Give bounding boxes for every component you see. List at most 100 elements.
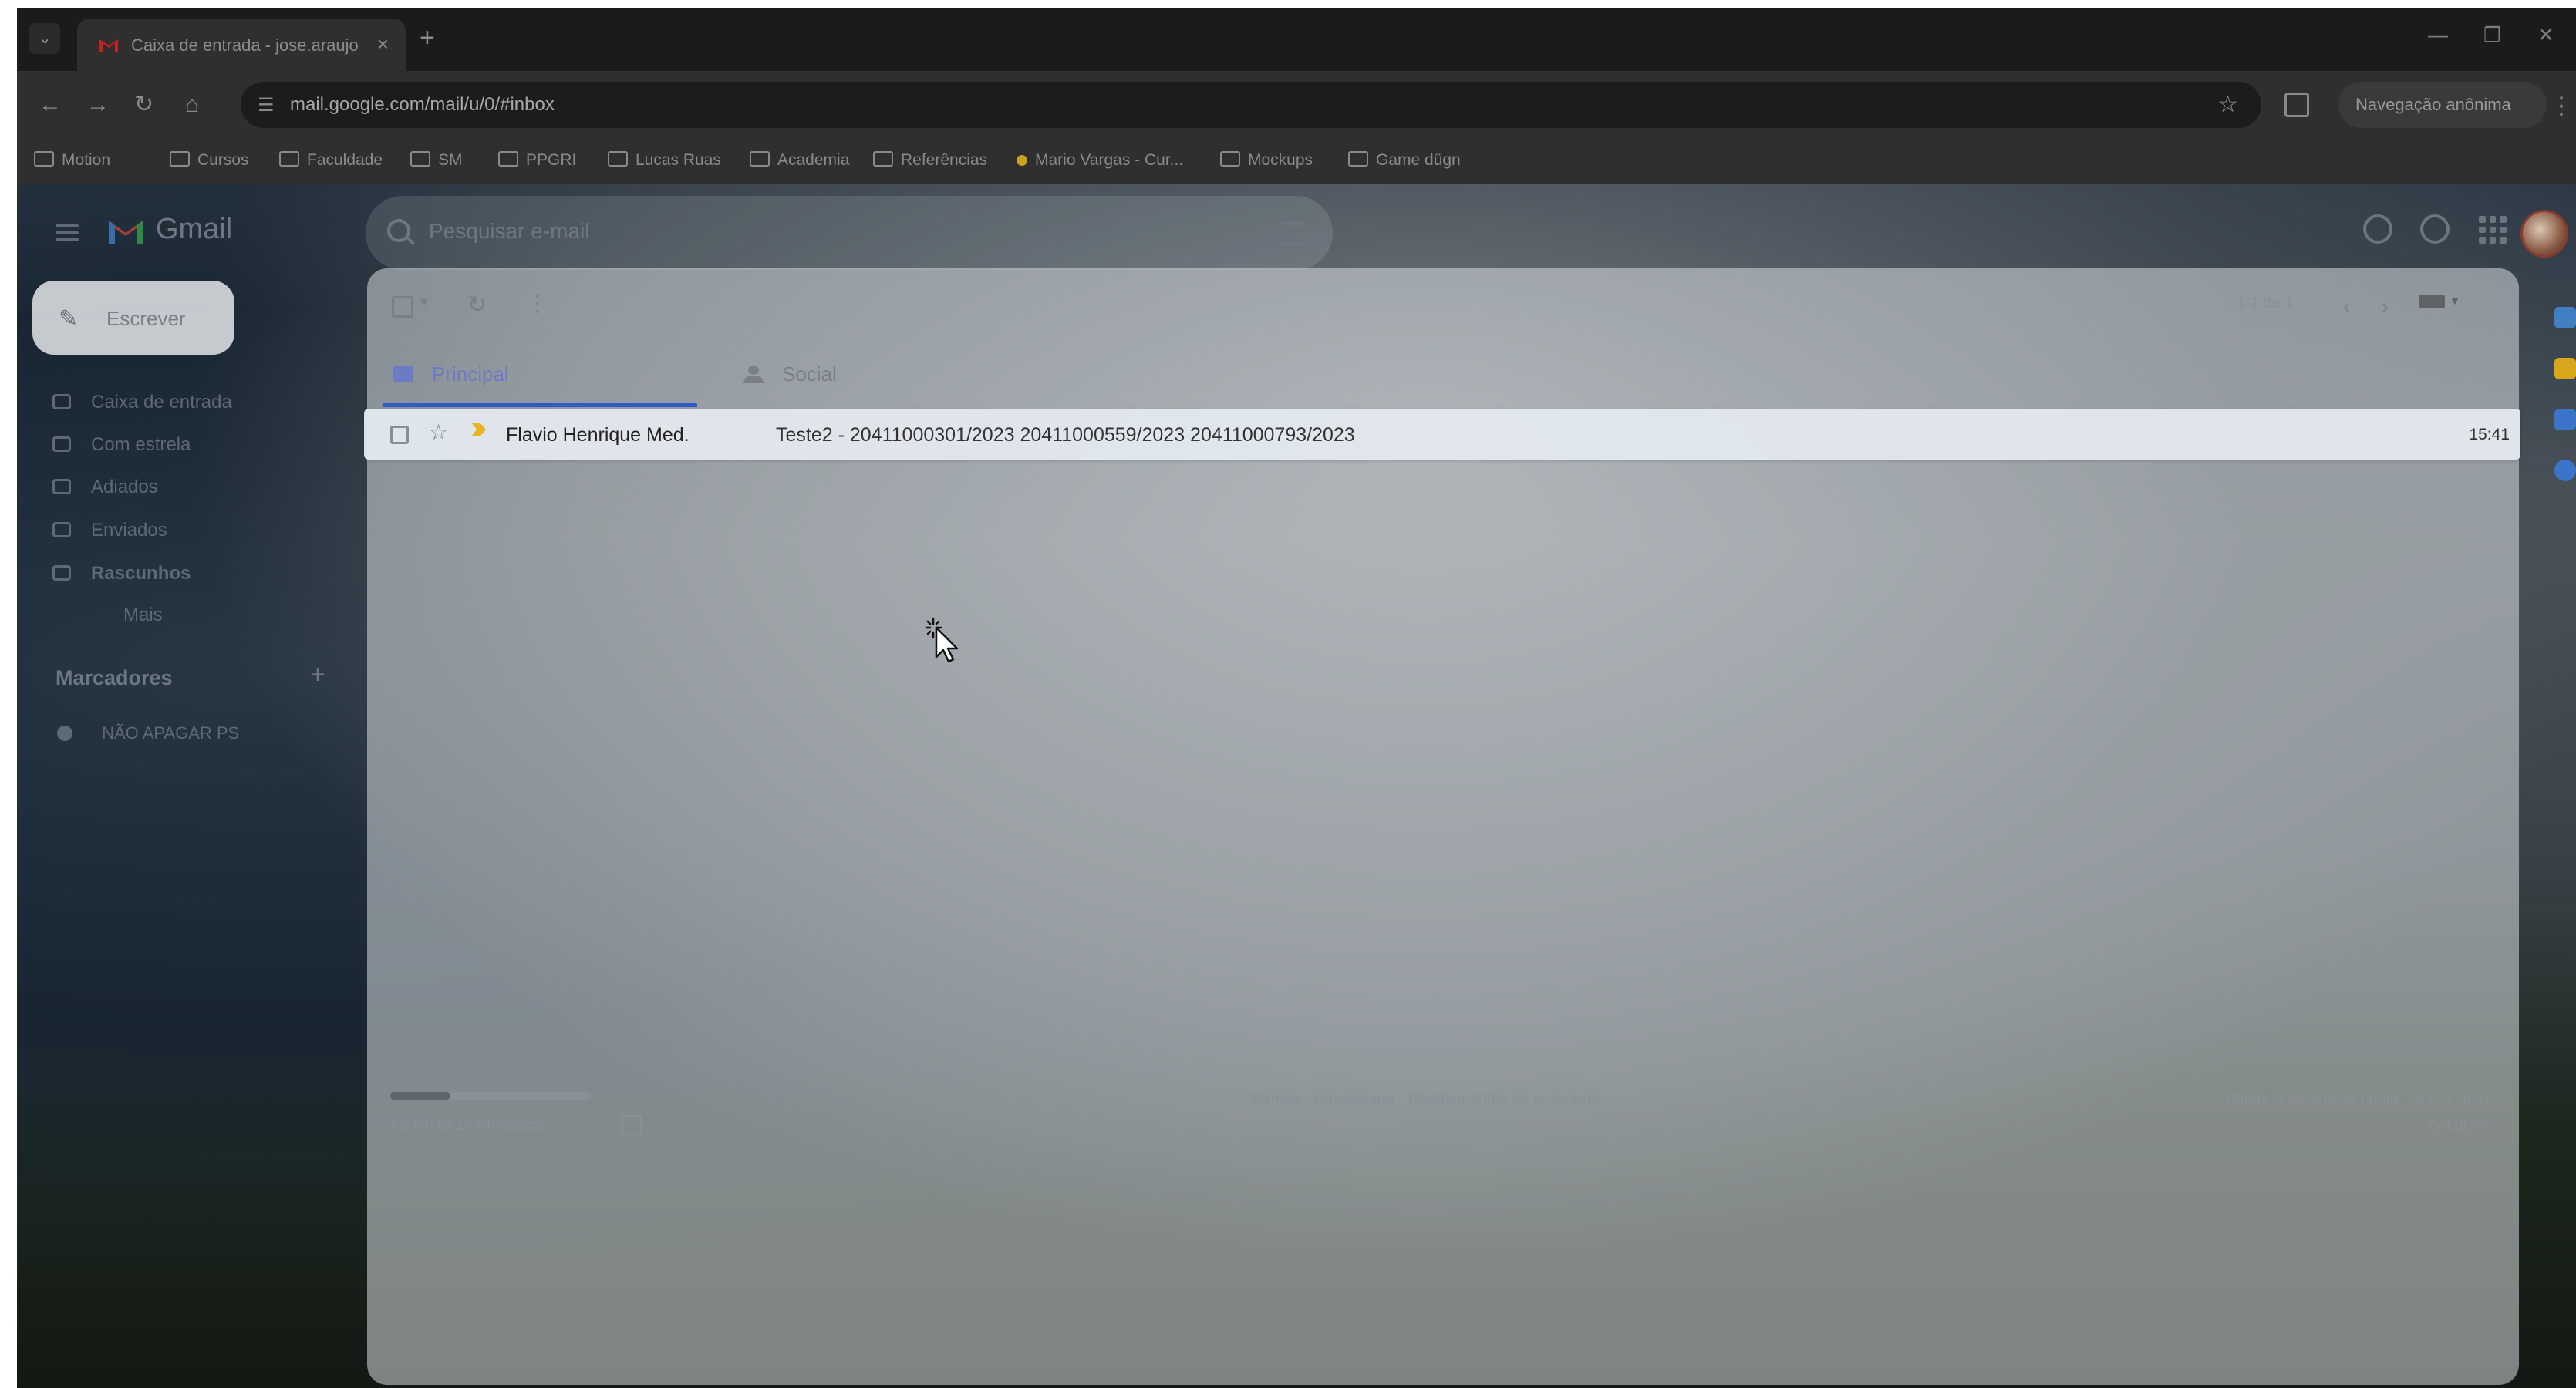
settings-icon[interactable] [2420,214,2450,244]
account-avatar[interactable] [2520,210,2568,258]
email-sender: Flavio Henrique Med. [506,424,690,446]
star-icon[interactable]: ☆ [429,419,448,445]
google-apps-icon[interactable] [2479,216,2507,244]
bookmark-item[interactable]: Game dügn [1348,151,1461,170]
manage-storage-icon[interactable] [622,1115,642,1135]
search-input[interactable]: Pesquisar e-mail [429,219,590,244]
help-icon[interactable] [2363,214,2392,244]
bookmark-label: Mockups [1248,151,1313,169]
inbox-tab-icon [393,366,413,382]
main-menu-icon[interactable] [56,221,79,245]
tab-search-icon[interactable]: ⌄ [29,23,60,54]
important-marker-icon[interactable] [470,421,487,438]
folder-icon [1220,151,1240,167]
add-label-button[interactable]: + [310,660,325,690]
email-row[interactable]: ☆ Flavio Henrique Med. Teste2 - 20411000… [364,409,2520,460]
tab-close-icon[interactable]: × [377,32,389,56]
search-options-icon[interactable] [1283,222,1305,245]
mouse-cursor-icon [926,617,959,663]
new-tab-button[interactable]: + [420,25,435,51]
url-text[interactable]: mail.google.com/mail/u/0/#inbox [290,94,555,116]
pagination-text: 1-1 de 1 [2237,295,2294,312]
people-icon [743,366,765,383]
incognito-label: Navegação anônima [2355,95,2511,114]
keyboard-icon[interactable] [2419,295,2445,308]
sidebar-item[interactable]: Caixa de entrada [52,392,232,413]
tab-title: Caixa de entrada - jose.araujo [131,35,359,55]
sidebar-item[interactable]: Mais [123,605,163,626]
input-tools-chevron-icon[interactable]: ▼ [2450,295,2460,307]
calendar-icon[interactable] [2554,307,2576,328]
bookmark-star-icon[interactable]: ☆ [2217,91,2238,118]
bookmark-item[interactable]: Lucas Ruas [608,151,721,170]
bookmark-item[interactable]: PPGRI [498,151,576,170]
sidebar-item-label: Enviados [91,520,167,541]
contacts-icon[interactable] [2554,460,2576,481]
more-actions-icon[interactable]: ⋮ [526,290,549,317]
labels-heading: Marcadores [56,666,173,689]
home-icon[interactable]: ⌂ [185,91,199,119]
last-activity-text: Última atividade da conta: há 0 minuto [2225,1090,2488,1107]
back-icon[interactable]: ← [39,91,62,119]
sidebar-item[interactable]: Enviados [52,520,167,541]
bookmark-label: Cursos [197,151,249,169]
bookmark-item[interactable]: Mockups [1220,151,1313,170]
browser-tab[interactable]: Caixa de entrada - jose.araujo × [77,19,406,71]
maximize-icon[interactable]: ❐ [2483,23,2501,47]
tab-social[interactable]: Social [727,345,958,407]
side-panel-icon[interactable] [2284,93,2309,117]
storage-bar [390,1092,591,1100]
refresh-icon[interactable]: ↻ [467,291,487,318]
gmail-favicon-icon [99,39,118,52]
sidebar-item[interactable]: Adiados [52,477,158,498]
bookmark-item[interactable]: Motion [34,151,110,170]
email-checkbox[interactable] [390,426,409,444]
policy-links[interactable]: Termos · Privacidade · Regulamentos do p… [1249,1090,1600,1108]
folder-icon [873,151,893,167]
search-bar[interactable]: Pesquisar e-mail [366,196,1333,270]
bookmark-item[interactable]: SM [410,151,463,170]
reload-icon[interactable]: ↻ [134,91,153,119]
tab-principal-label: Principal [432,362,509,386]
label-name: NÃO APAGAR PS [102,723,240,743]
forward-icon[interactable]: → [86,91,110,119]
inbox-icon [52,394,71,409]
address-bar[interactable]: ☰ mail.google.com/mail/u/0/#inbox ☆ [241,82,2261,128]
email-time: 15:41 [2469,426,2510,443]
bookmark-dot-icon [1017,155,1027,166]
active-tab-indicator [383,403,697,407]
tasks-icon[interactable] [2554,409,2576,430]
bookmark-item[interactable]: Referências [873,151,987,170]
sidebar-item[interactable]: Rascunhos [52,563,191,585]
incognito-badge[interactable]: Navegação anônima [2338,82,2547,128]
window-close-icon[interactable]: ✕ [2537,23,2554,47]
bookmark-item[interactable]: Faculdade [279,151,383,170]
minimize-icon[interactable]: — [2428,23,2448,47]
gmail-wordmark: Gmail [156,213,233,245]
folder-icon [34,151,54,167]
bookmark-item[interactable]: Academia [750,151,849,170]
site-info-icon[interactable]: ☰ [258,94,275,116]
send-icon [52,522,71,537]
folder-icon [279,151,299,167]
label-item[interactable]: NÃO APAGAR PS [57,723,239,743]
sidebar-item[interactable]: Com estrela [52,434,191,456]
gmail-logo-icon[interactable] [106,214,145,245]
browser-menu-icon[interactable]: ⋮ [2550,93,2573,120]
select-all-checkbox[interactable] [392,296,413,318]
browser-toolbar: ← → ↻ ⌂ ☰ mail.google.com/mail/u/0/#inbo… [17,71,2576,140]
bookmark-label: SM [438,151,463,169]
bookmark-item[interactable]: Cursos [170,151,249,170]
keep-icon[interactable] [2554,358,2576,379]
tab-principal[interactable]: Principal [376,345,697,407]
bookmarks-bar: Motion Cursos Faculdade SM PPGRI Lucas Ruas Ac… [17,140,2576,185]
sidebar-item-label: Com estrela [91,434,191,455]
details-link[interactable]: Detalhes [2427,1118,2488,1136]
compose-label: Escrever [106,307,186,330]
next-page-icon[interactable]: › [2382,295,2389,318]
compose-button[interactable]: ✎ Escrever [32,281,234,355]
bookmark-item[interactable]: Mario Vargas - Cur... [1017,151,1183,170]
prev-page-icon[interactable]: ‹ [2343,295,2350,318]
search-icon[interactable] [387,219,410,242]
select-menu-chevron-icon[interactable]: ▼ [418,296,430,310]
